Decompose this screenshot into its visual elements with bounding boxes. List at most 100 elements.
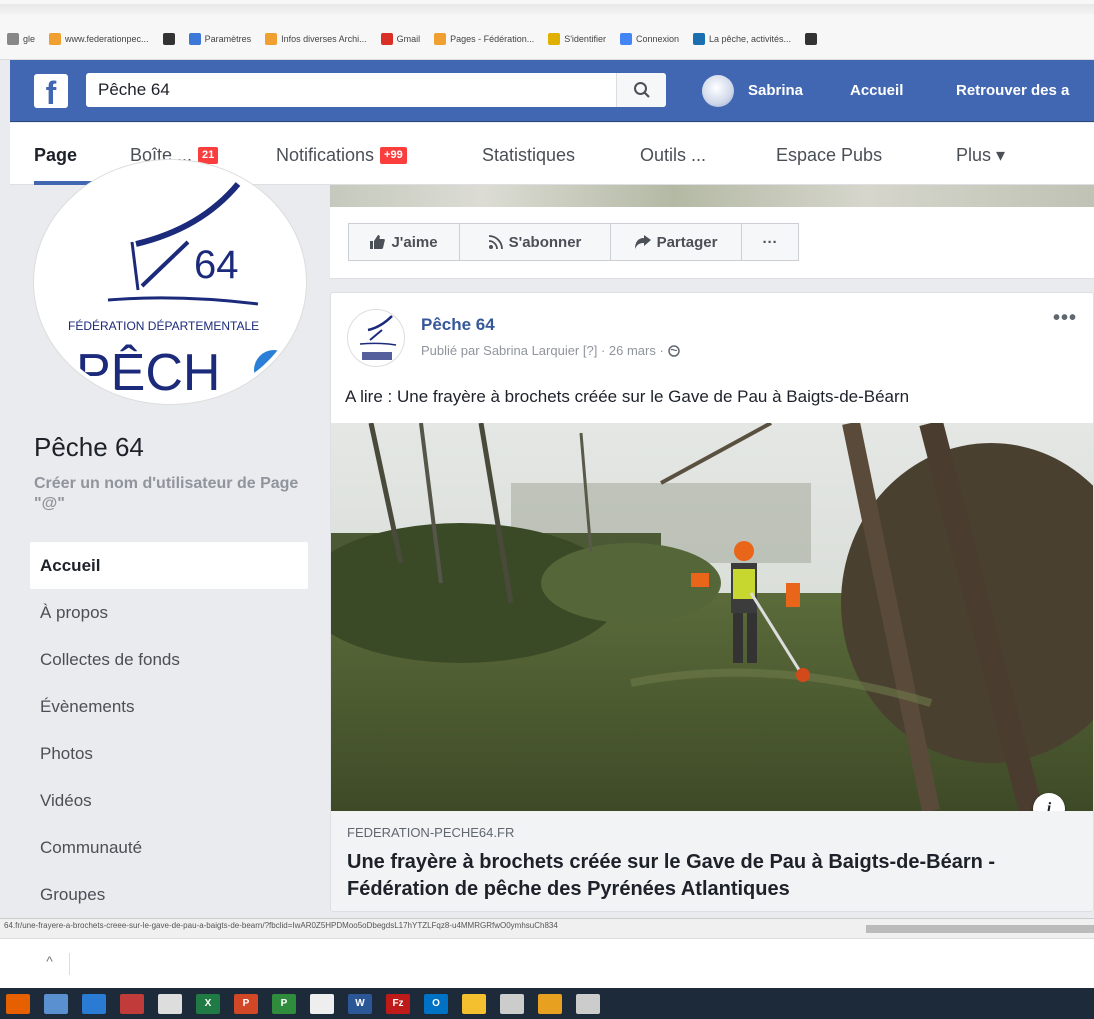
nav-item-photos[interactable]: Photos (30, 730, 308, 777)
nav-item-about[interactable]: À propos (30, 589, 308, 636)
outlook-icon[interactable]: O (424, 993, 448, 1014)
bookmark-item[interactable]: S'identifier (541, 33, 613, 45)
page-name[interactable]: Pêche 64 (34, 432, 144, 463)
tab-label: Notifications (276, 145, 375, 165)
nav-item-events[interactable]: Évènements (30, 683, 308, 730)
powerpoint-icon[interactable]: P (234, 993, 258, 1014)
chevron-up-icon[interactable]: ^ (30, 953, 70, 975)
project-icon[interactable]: P (272, 993, 296, 1014)
nav-item-videos[interactable]: Vidéos (30, 777, 308, 824)
facebook-top-bar: f Sabrina Accueil Retrouver des a (10, 60, 1094, 122)
google-icon (619, 33, 632, 45)
tab-label: Outils ... (640, 145, 707, 165)
post-author-avatar[interactable] (347, 309, 405, 367)
link-domain: FEDERATION-PECHE64.FR (347, 825, 515, 840)
tab-page[interactable]: Page (34, 145, 77, 166)
user-name-link[interactable]: Sabrina (748, 82, 803, 99)
globe-icon (162, 33, 175, 45)
post-author-link[interactable]: Pêche 64 (421, 315, 495, 335)
nav-item-community[interactable]: Communauté (30, 824, 308, 871)
follow-label: S'abonner (508, 233, 582, 251)
bookmark-item[interactable]: Gmail (374, 33, 428, 45)
globe-icon (805, 33, 818, 45)
post-link-image[interactable] (331, 423, 1093, 811)
screenshot: gle www.federationpec... Paramètres Infos d… (0, 0, 1094, 1019)
tab-notifications[interactable]: Notifications +99 (276, 145, 407, 166)
bookmark-label: Paramètres (204, 34, 252, 44)
bookmark-icon (434, 33, 447, 45)
document-icon[interactable] (158, 993, 182, 1014)
filezilla-icon[interactable]: Fz (386, 993, 410, 1014)
word-icon[interactable]: W (348, 993, 372, 1014)
federation-logo-small (359, 315, 397, 360)
browser-top-strip (0, 4, 1094, 14)
search-button[interactable] (616, 73, 666, 107)
bookmark-item[interactable] (798, 33, 824, 45)
image-icon[interactable] (82, 993, 106, 1014)
user-avatar[interactable] (702, 75, 734, 107)
nav-item-groups[interactable]: Groupes (30, 871, 308, 918)
cloud-icon[interactable] (576, 993, 600, 1014)
paint-icon[interactable] (44, 993, 68, 1014)
chrome-icon[interactable] (538, 993, 562, 1014)
logo-word: PÊCH (76, 344, 220, 400)
horizontal-scrollbar[interactable] (866, 925, 1094, 933)
bookmark-item[interactable]: gle (0, 33, 42, 45)
folder-icon[interactable] (462, 993, 486, 1014)
bookmark-item[interactable]: Connexion (613, 33, 686, 45)
more-actions-button[interactable]: ··· (741, 223, 799, 261)
facebook-logo-icon[interactable]: f (34, 74, 68, 111)
rss-icon (488, 235, 503, 249)
globe-icon (668, 344, 680, 357)
downloads-bar: ^ (0, 938, 1094, 988)
firefox-icon[interactable] (6, 993, 30, 1014)
page-profile-picture[interactable]: 64 FÉDÉRATION DÉPARTEMENTALE PÊCH (34, 160, 306, 404)
nav-item-fundraisers[interactable]: Collectes de fonds (30, 636, 308, 683)
tab-statistics[interactable]: Statistiques (482, 145, 575, 166)
tab-ads[interactable]: Espace Pubs (776, 145, 882, 166)
like-button[interactable]: J'aime (348, 223, 460, 261)
network-icon[interactable] (500, 993, 524, 1014)
post-options-button[interactable]: ••• (1053, 307, 1077, 330)
browser-bookmarks-bar: gle www.federationpec... Paramètres Infos d… (0, 0, 1094, 60)
bookmark-label: S'identifier (564, 34, 606, 44)
nav-item-label: Photos (40, 743, 93, 763)
tab-label: Plus ▾ (956, 145, 1006, 165)
nav-item-label: Collectes de fonds (40, 649, 180, 669)
link-preview[interactable]: FEDERATION-PECHE64.FR Une frayère à broc… (331, 811, 1093, 911)
post-meta-text: Publié par Sabrina Larquier [?] · 26 mar… (421, 343, 664, 358)
bookmark-item[interactable]: Infos diverses Archi... (258, 33, 374, 45)
status-url: 64.fr/une-frayere-a-brochets-creee-sur-l… (4, 921, 558, 930)
bookmark-item[interactable]: La pêche, activités... (686, 33, 798, 45)
pen-icon (548, 33, 561, 45)
cover-photo[interactable] (330, 185, 1094, 207)
notifications-count-badge: +99 (380, 147, 407, 164)
search-input[interactable] (86, 73, 666, 107)
tab-tools[interactable]: Outils ... (640, 145, 706, 166)
excel-icon[interactable]: X (196, 993, 220, 1014)
follow-button[interactable]: S'abonner (459, 223, 611, 261)
nav-item-label: À propos (40, 602, 109, 622)
nav-item-home[interactable]: Accueil (30, 542, 308, 589)
find-friends-link[interactable]: Retrouver des a (956, 82, 1069, 99)
publisher-icon[interactable] (120, 993, 144, 1014)
tab-more[interactable]: Plus ▾ (956, 145, 1005, 166)
link-title[interactable]: Une frayère à brochets créée sur le Gave… (347, 849, 1077, 903)
bookmark-item[interactable]: Pages - Fédération... (427, 33, 541, 45)
bookmark-icon (265, 33, 278, 45)
bookmark-item[interactable]: Paramètres (182, 33, 259, 45)
home-link[interactable]: Accueil (850, 82, 903, 99)
brushcutter-worker-photo (331, 423, 1093, 811)
windows-taskbar: X P P W Fz O (0, 988, 1094, 1019)
nav-item-label: Vidéos (40, 790, 92, 810)
bookmark-label: La pêche, activités... (708, 34, 792, 44)
store-icon[interactable] (310, 993, 334, 1014)
nav-item-label: Accueil (40, 555, 101, 575)
bookmark-item[interactable]: www.federationpec... (42, 33, 156, 45)
nav-item-label: Évènements (40, 696, 135, 716)
share-button[interactable]: Partager (610, 223, 742, 261)
bookmark-item[interactable] (156, 33, 182, 45)
bookmark-label: gle (23, 34, 36, 44)
create-username-link[interactable]: Créer un nom d'utilisateur de Page "@" (34, 474, 304, 514)
share-label: Partager (656, 233, 718, 251)
